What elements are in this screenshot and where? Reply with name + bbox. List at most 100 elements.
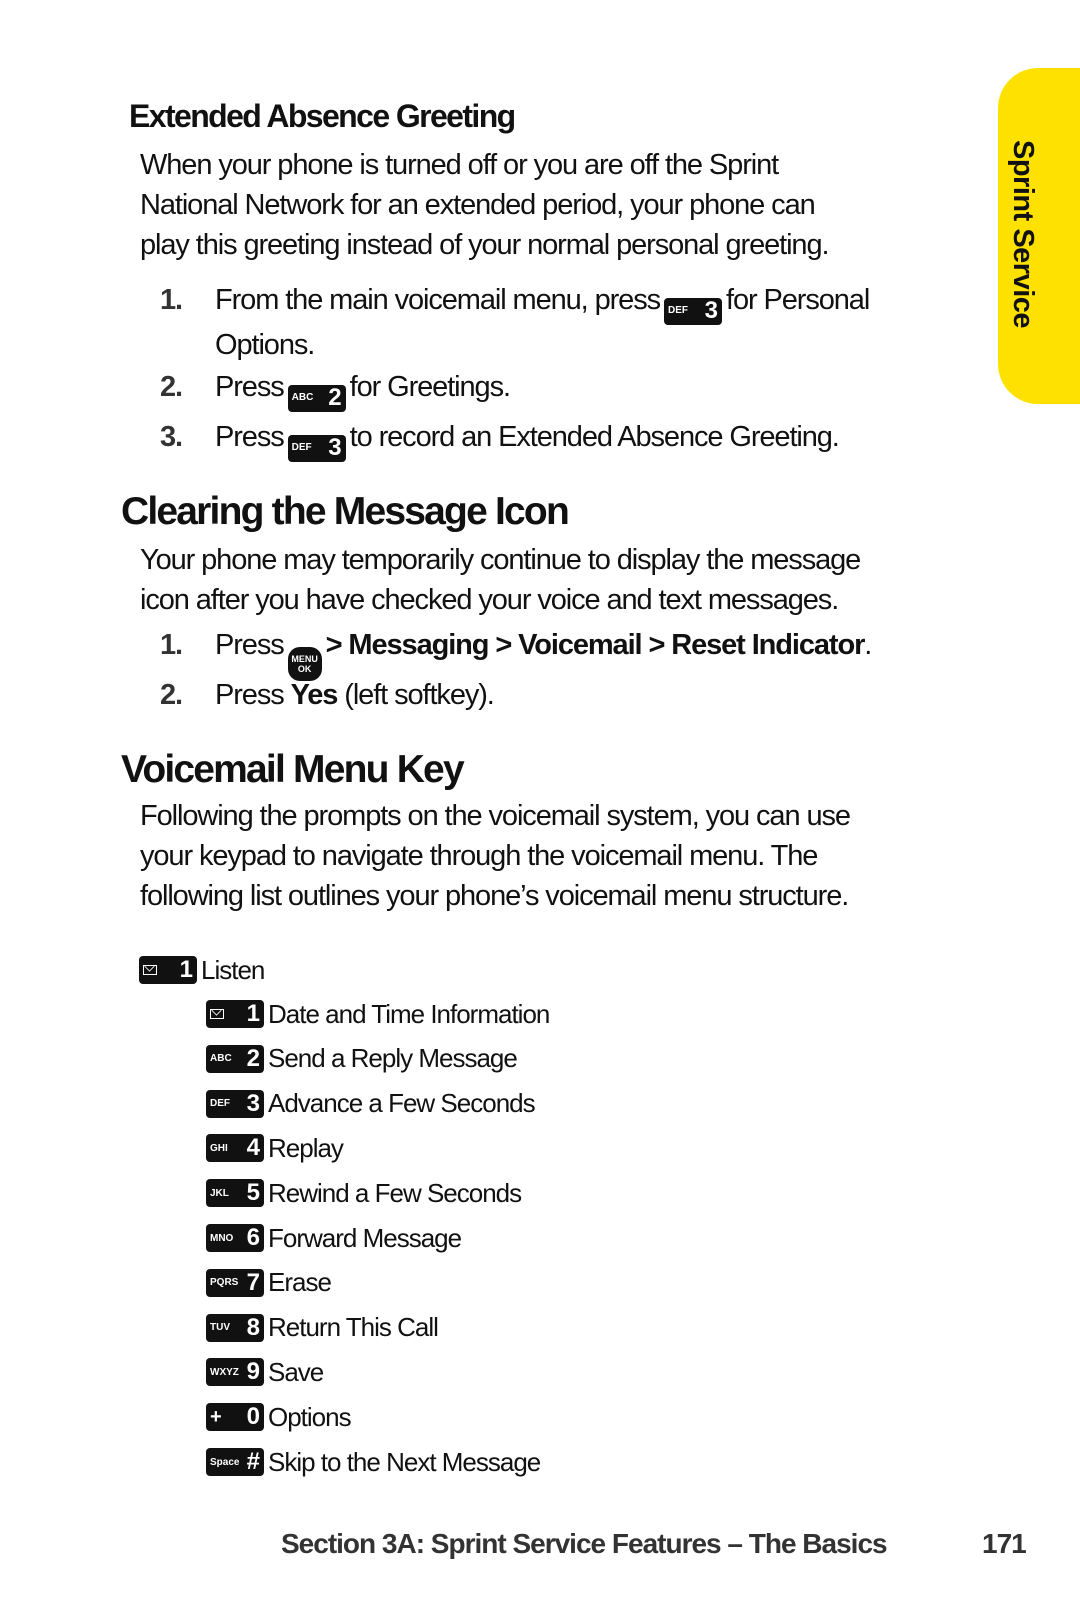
key-6-icon: MNO 6 bbox=[206, 1224, 264, 1252]
key-bottom: OK bbox=[297, 664, 312, 674]
menu-item-label: Return This Call bbox=[268, 1312, 439, 1343]
intro-line: Your phone may temporarily continue to d… bbox=[140, 544, 861, 576]
key-letters: + bbox=[210, 1405, 222, 1428]
menu-key-intro: Following the prompts on the voicemail s… bbox=[140, 796, 990, 916]
menu-item: +0 Options bbox=[206, 1401, 352, 1433]
menu-item-label: Forward Message bbox=[268, 1222, 462, 1253]
key-letters: DEF bbox=[668, 305, 688, 316]
key-letters: TUV bbox=[210, 1322, 230, 1334]
key-8-icon: TUV 8 bbox=[206, 1313, 264, 1342]
key-letters: DEF bbox=[210, 1098, 230, 1110]
menu-item: Space # Skip to the Next Message bbox=[206, 1446, 541, 1478]
key-2-icon: ABC 2 bbox=[287, 384, 346, 412]
key-digit: 3 bbox=[328, 434, 342, 461]
step-post: for Personal bbox=[726, 284, 870, 316]
key-digit: 7 bbox=[246, 1268, 260, 1296]
key-9-icon: WXYZ 9 bbox=[206, 1358, 264, 1387]
step-post: for Greetings. bbox=[349, 371, 511, 403]
menu-item-label: Date and Time Information bbox=[268, 998, 550, 1029]
step-pre: Press bbox=[215, 679, 285, 711]
intro-line: National Network for an extended period,… bbox=[140, 189, 816, 221]
intro-line: icon after you have checked your voice a… bbox=[140, 584, 839, 616]
menu-item-label: Save bbox=[268, 1356, 324, 1387]
step-line2: Options. bbox=[215, 328, 315, 361]
menu-item-label: Listen bbox=[201, 954, 265, 985]
step-pre: Press bbox=[215, 629, 285, 661]
intro-line: When your phone is turned off or you are… bbox=[140, 149, 779, 181]
key-2-icon: ABC 2 bbox=[206, 1044, 264, 1073]
menu-item-listen: 1 Listen bbox=[139, 954, 265, 986]
menu-item: DEF 3 Advance a Few Seconds bbox=[206, 1088, 536, 1120]
key-5-icon: JKL 5 bbox=[206, 1179, 264, 1208]
menu-item-label: Advance a Few Seconds bbox=[268, 1088, 536, 1119]
key-digit: 2 bbox=[246, 1044, 260, 1072]
key-digit: 3 bbox=[246, 1089, 260, 1117]
menu-item: ABC 2 Send a Reply Message bbox=[206, 1043, 518, 1075]
key-digit: 5 bbox=[246, 1179, 260, 1207]
step-post: to record an Extended Absence Greeting. bbox=[349, 421, 840, 453]
menu-item-label: Rewind a Few Seconds bbox=[268, 1177, 522, 1208]
key-letters: DEF bbox=[291, 442, 312, 453]
step-number: 1. bbox=[160, 284, 183, 316]
menu-item: GHI 4 Replay bbox=[206, 1132, 344, 1164]
menu-item: PQRS 7 Erase bbox=[206, 1267, 332, 1299]
footer-section: Section 3A: Sprint Service Features – Th… bbox=[281, 1528, 888, 1559]
menu-path: > Messaging > Voicemail > Reset Indicato… bbox=[325, 629, 866, 661]
envelope-icon bbox=[210, 1009, 224, 1019]
menu-item-label: Skip to the Next Message bbox=[268, 1446, 541, 1477]
key-top: MENU bbox=[291, 654, 318, 664]
menu-item-label: Erase bbox=[268, 1267, 332, 1298]
menu-item-label: Options bbox=[268, 1401, 352, 1432]
step-end: . bbox=[864, 629, 872, 661]
key-0-icon: +0 bbox=[206, 1403, 264, 1432]
key-digit: 4 bbox=[246, 1134, 260, 1162]
step-text: Press Yes (left softkey). bbox=[215, 675, 975, 715]
section-tab-label: Sprint Service bbox=[1007, 140, 1039, 329]
menu-item: WXYZ 9 Save bbox=[206, 1356, 324, 1388]
key-7-icon: PQRS 7 bbox=[206, 1268, 264, 1297]
step-number: 2. bbox=[160, 371, 183, 403]
key-digit: # bbox=[246, 1448, 260, 1475]
key-4-icon: GHI 4 bbox=[206, 1134, 264, 1163]
key-digit: 3 bbox=[704, 297, 718, 324]
step-text: Press ABC 2 for Greetings. bbox=[215, 367, 975, 412]
key-letters: PQRS bbox=[210, 1277, 239, 1289]
intro-line: following list outlines your phone’s voi… bbox=[140, 880, 849, 912]
key-3-icon: DEF 3 bbox=[206, 1089, 264, 1118]
key-letters: Space bbox=[210, 1456, 240, 1468]
key-digit: 9 bbox=[246, 1358, 260, 1386]
key-1-icon: 1 bbox=[206, 1000, 264, 1028]
key-1-icon: 1 bbox=[139, 956, 197, 984]
intro-line: play this greeting instead of your norma… bbox=[140, 229, 830, 261]
key-digit: 1 bbox=[246, 1000, 260, 1027]
step-post: (left softkey). bbox=[344, 679, 495, 711]
key-digit: 2 bbox=[328, 384, 342, 411]
menu-item: 1 Date and Time Information bbox=[206, 998, 550, 1030]
key-digit: 1 bbox=[179, 956, 193, 983]
menu-item: JKL 5 Rewind a Few Seconds bbox=[206, 1177, 522, 1209]
extended-absence-heading: Extended Absence Greeting bbox=[129, 98, 516, 134]
step-text: From the main voicemail menu, press DEF 3 f… bbox=[215, 280, 975, 365]
clearing-intro: Your phone may temporarily continue to d… bbox=[140, 540, 990, 620]
step-pre: From the main voicemail menu, press bbox=[215, 284, 661, 316]
softkey-label: Yes bbox=[290, 679, 339, 711]
envelope-icon bbox=[143, 965, 157, 975]
menu-item-label: Replay bbox=[268, 1132, 344, 1163]
key-digit: 0 bbox=[246, 1403, 260, 1431]
step-text: Press DEF 3 to record an Extended Absence G… bbox=[215, 417, 975, 462]
menu-item: MNO 6 Forward Message bbox=[206, 1222, 462, 1254]
step-pre: Press bbox=[215, 421, 285, 453]
key-letters: GHI bbox=[210, 1142, 228, 1154]
step-pre: Press bbox=[215, 371, 285, 403]
intro-line: your keypad to navigate through the voic… bbox=[140, 840, 818, 872]
key-3-icon: DEF 3 bbox=[287, 434, 346, 462]
step-number: 2. bbox=[160, 679, 183, 711]
key-digit: 6 bbox=[246, 1224, 260, 1251]
key-digit: 8 bbox=[246, 1313, 260, 1341]
page-number: 171 bbox=[982, 1528, 1027, 1559]
menu-item: TUV 8 Return This Call bbox=[206, 1312, 439, 1344]
menu-key-heading: Voicemail Menu Key bbox=[121, 748, 465, 791]
step-number: 1. bbox=[160, 629, 183, 661]
menu-item-label: Send a Reply Message bbox=[268, 1043, 518, 1074]
key-letters: MNO bbox=[210, 1232, 234, 1244]
